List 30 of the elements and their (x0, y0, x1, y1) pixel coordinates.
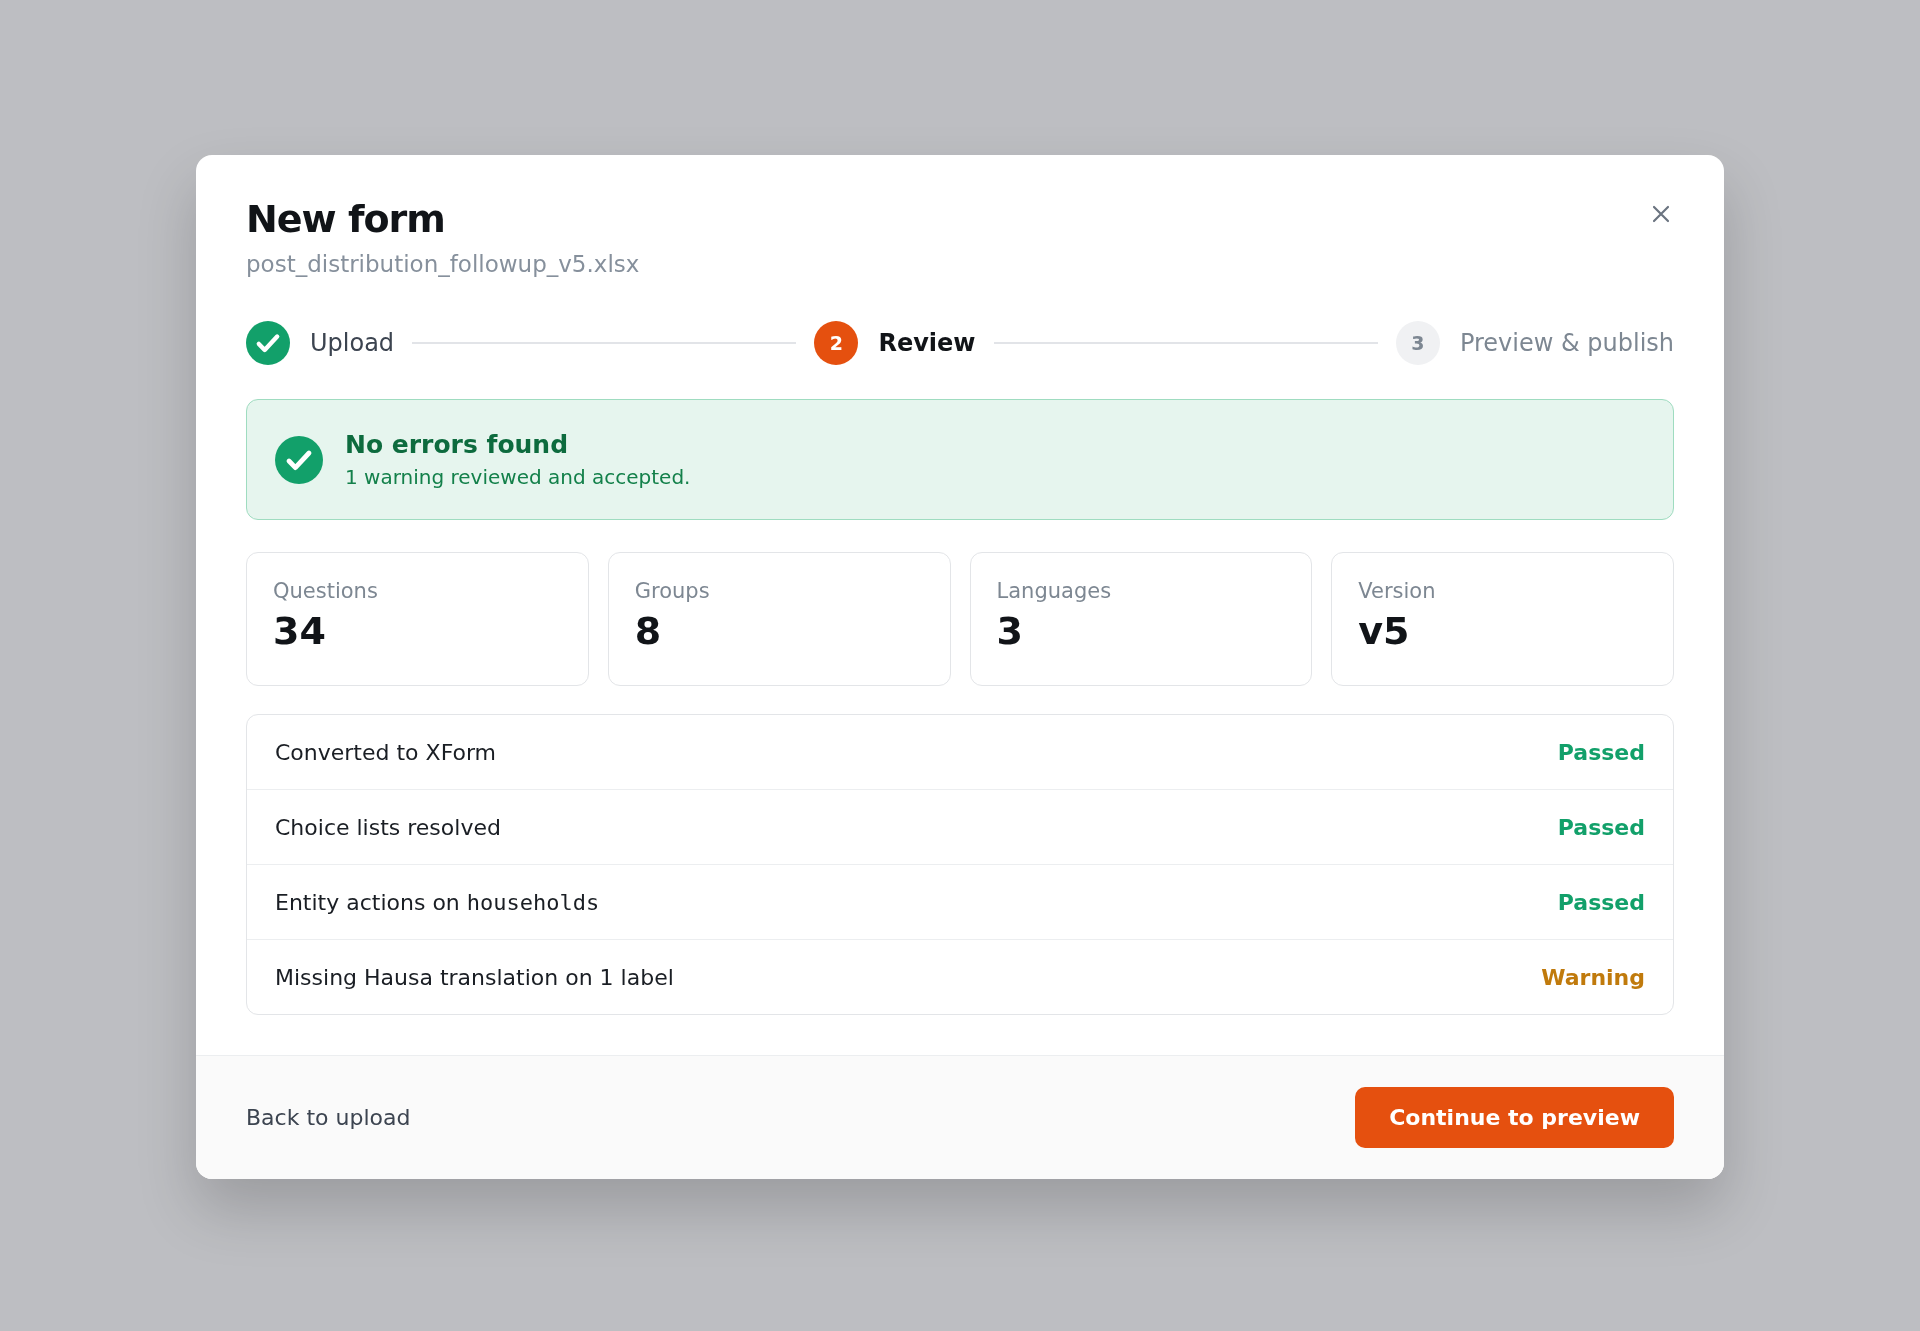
check-label: Missing Hausa translation on 1 label (275, 964, 674, 990)
check-label: Entity actions on households (275, 889, 600, 915)
check-status: Warning (1541, 964, 1645, 990)
back-link[interactable]: Back to upload (246, 1105, 411, 1130)
check-icon (246, 321, 290, 365)
continue-button[interactable]: Continue to preview (1355, 1087, 1674, 1148)
banner-title: No errors found (345, 430, 570, 459)
banner-message: 1 warning reviewed and accepted. (345, 465, 691, 489)
check-label: Choice lists resolved (275, 814, 501, 840)
stat-value: 3 (996, 609, 1024, 653)
step-number: 3 (1395, 321, 1440, 365)
stat-label: Version (1358, 579, 1437, 603)
stat-value: v5 (1358, 609, 1411, 653)
check-status: Passed (1557, 889, 1645, 915)
step-label[interactable]: Upload (310, 329, 395, 357)
stat-label: Languages (996, 579, 1113, 603)
dialog-title: New form (246, 197, 446, 241)
step-label[interactable]: Review (878, 329, 976, 357)
check-status: Passed (1557, 739, 1645, 765)
stat-value: 8 (634, 609, 663, 653)
step-label[interactable]: Preview & publish (1459, 329, 1674, 357)
stat-value: 34 (273, 609, 327, 653)
check-label: Converted to XForm (275, 739, 497, 765)
stat-label: Questions (273, 579, 379, 603)
file-name: post_distribution_followup_v5.xlsx (246, 251, 640, 277)
step-number: 2 (814, 321, 859, 365)
close-icon (1652, 205, 1670, 223)
stat-label: Groups (634, 579, 711, 603)
check-status: Passed (1557, 814, 1645, 840)
check-icon (275, 435, 323, 484)
